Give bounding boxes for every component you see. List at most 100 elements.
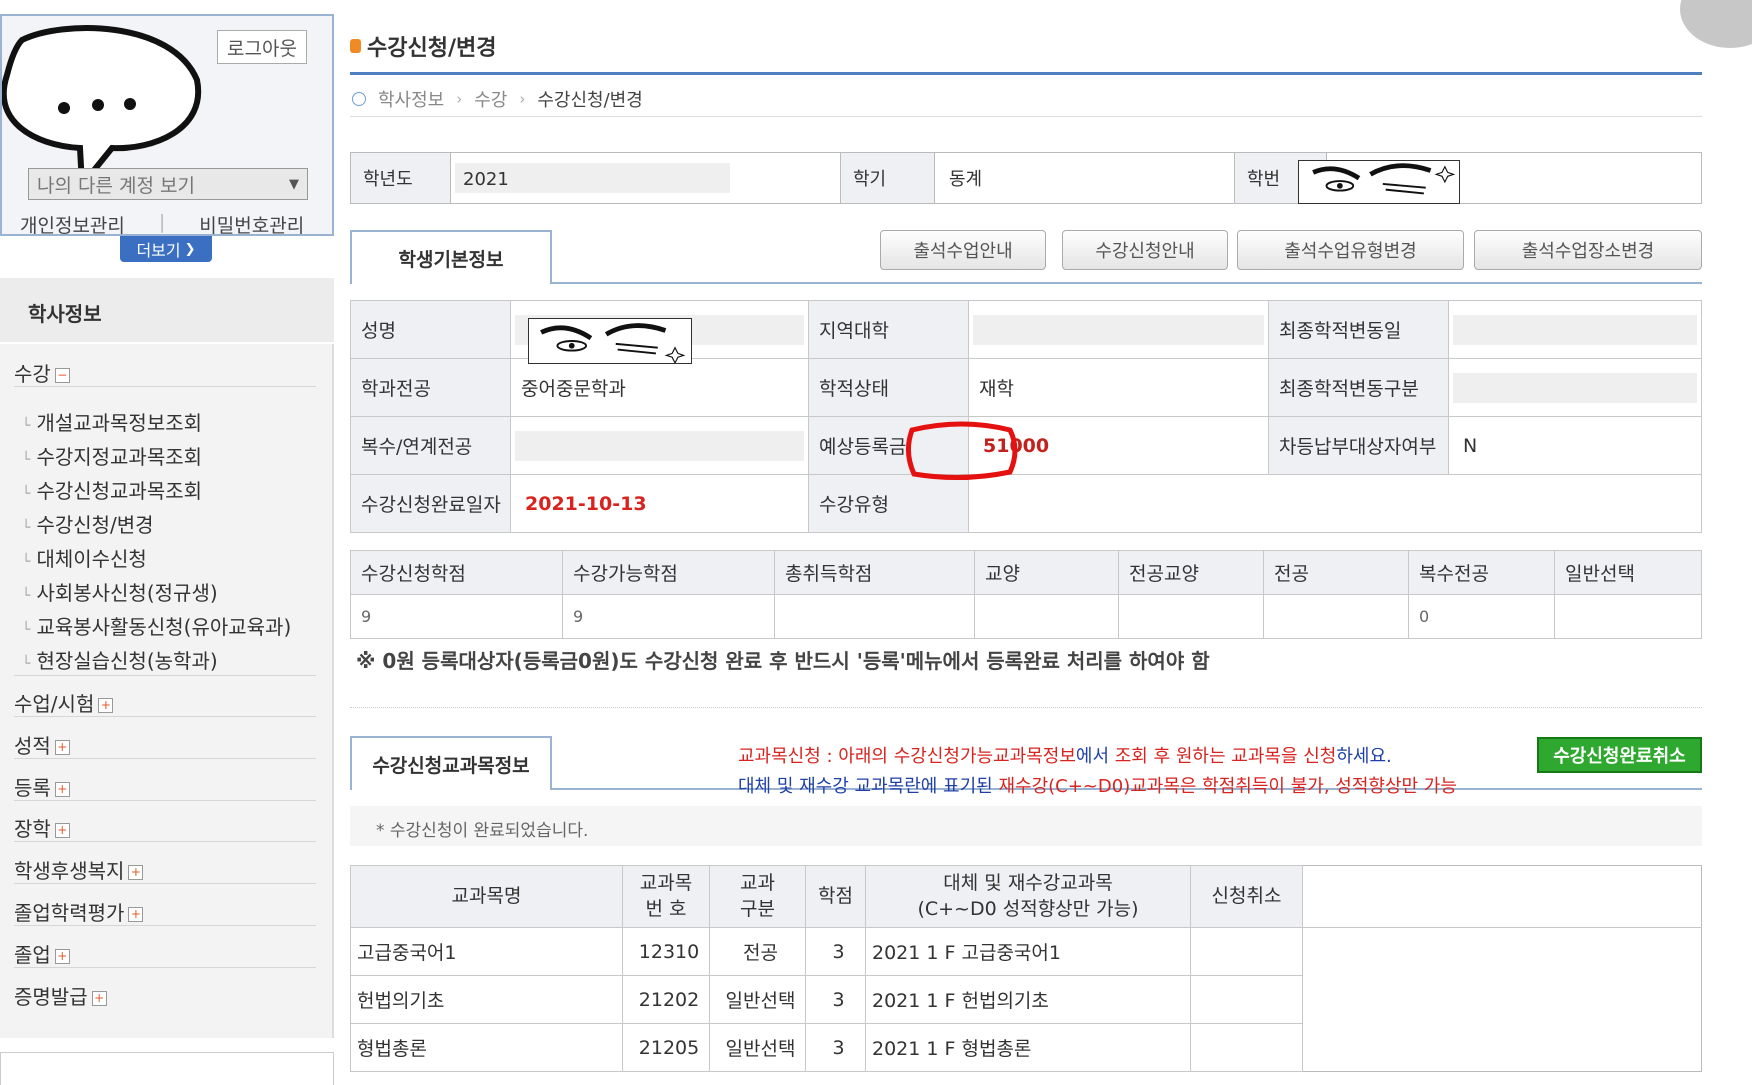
tree-branch-icon: └: [22, 588, 31, 604]
expand-icon[interactable]: +: [128, 907, 144, 922]
name-label: 성명: [350, 300, 511, 359]
sidebar-section-welfare[interactable]: 학생후생복지 +: [14, 855, 144, 884]
credits-header: 수강신청학점: [350, 550, 563, 595]
tab-underline: [552, 282, 1702, 284]
account-select[interactable]: 나의 다른 계정 보기 ▼: [28, 168, 308, 200]
sidebar-section-graduation-eval[interactable]: 졸업학력평가 +: [14, 897, 144, 926]
sidebar-item-label: 수강신청교과목조회: [36, 479, 203, 503]
sidebar-section-registration[interactable]: 등록 +: [14, 772, 70, 801]
last-change-date-label: 최종학적변동일: [1268, 300, 1449, 359]
attendance-place-change-button[interactable]: 출석수업장소변경: [1474, 230, 1702, 270]
cancel-completion-button[interactable]: 수강신청완료취소: [1537, 737, 1702, 773]
course-type-label: 수강유형: [808, 474, 969, 533]
sidebar-item-education-service[interactable]: └ 교육봉사활동신청(유아교육과): [22, 611, 291, 640]
course-empty: [1303, 1024, 1702, 1072]
more-button[interactable]: 더보기 ❯: [120, 236, 212, 262]
logout-button[interactable]: 로그아웃: [217, 30, 307, 64]
breadcrumb-item[interactable]: 학사정보: [378, 86, 444, 112]
course-header-type: 교과 구분: [709, 865, 806, 928]
table-row: 형법총론 21205 일반선택 3 2021 1 F 형법총론: [350, 1023, 1702, 1072]
personal-info-link[interactable]: 개인정보관리: [20, 211, 125, 238]
expand-icon[interactable]: +: [54, 740, 70, 755]
attendance-type-change-button[interactable]: 출석수업유형변경: [1237, 230, 1464, 270]
tab-student-info[interactable]: 학생기본정보: [350, 230, 552, 284]
expand-icon[interactable]: +: [128, 865, 144, 880]
section-label: 졸업: [14, 943, 51, 967]
credits-table: 수강신청학점 수강가능학점 총취득학점 교양 전공교양 전공 복수전공 일반선택…: [350, 550, 1702, 639]
credits-value: [974, 594, 1119, 639]
section-label: 등록: [14, 776, 51, 800]
account-select-label: 나의 다른 계정 보기: [37, 174, 195, 197]
sidebar-section-certificates[interactable]: 증명발급 +: [14, 981, 107, 1010]
credits-header: 전공교양: [1118, 550, 1264, 595]
divider: [14, 386, 316, 387]
chevron-down-icon: ▼: [289, 176, 299, 192]
completion-message: * 수강신청이 완료되었습니다.: [350, 806, 1702, 846]
red-circle-annotation: [906, 421, 1018, 481]
registration-guide-button[interactable]: 수강신청안내: [1062, 230, 1228, 270]
guide-text: 대체 및 재수강 교과목란에 표기된: [738, 776, 999, 797]
sidebar-item-label: 교육봉사활동신청(유아교육과): [36, 615, 292, 639]
collapse-icon[interactable]: −: [54, 368, 70, 383]
sidebar-item-open-courses[interactable]: └ 개설교과목정보조회: [22, 407, 202, 436]
status-label: 학적상태: [808, 358, 969, 417]
course-credit: 3: [805, 927, 866, 976]
sidebar-section-grades[interactable]: 성적 +: [14, 730, 70, 759]
double-major-label: 복수/연계전공: [350, 416, 511, 475]
credits-value: [774, 594, 975, 639]
last-change-date-field: [1453, 314, 1697, 345]
expand-icon[interactable]: +: [98, 698, 114, 713]
expand-icon[interactable]: +: [54, 782, 70, 797]
year-label: 학년도: [350, 152, 451, 204]
table-row: 고급중국어1 12310 전공 3 2021 1 F 고급중국어1: [350, 927, 1702, 976]
region-label: 지역대학: [808, 300, 969, 359]
breadcrumb-current: 수강신청/변경: [537, 90, 643, 111]
sidebar-section-class-exam[interactable]: 수업/시험 +: [14, 688, 114, 717]
sidebar-item-registered-courses[interactable]: └ 수강신청교과목조회: [22, 475, 202, 504]
guide-text: 재수강(C+~D0)교과목은 학점취득이 불가, 성적향상만 가능: [998, 776, 1457, 797]
credits-value: 9: [350, 594, 563, 639]
course-type: 일반선택: [709, 975, 806, 1024]
sidebar-banner: [0, 1052, 334, 1085]
course-cancel-cell: [1190, 1023, 1303, 1072]
more-button-label: 더보기: [136, 241, 181, 260]
section-label: 수강: [14, 362, 51, 386]
sidebar-item-designated-courses[interactable]: └ 수강지정교과목조회: [22, 441, 202, 470]
page-title-text: 수강신청/변경: [367, 36, 497, 61]
year-cell: 2021: [450, 152, 841, 204]
attendance-guide-button[interactable]: 출석수업안내: [880, 230, 1046, 270]
expand-icon[interactable]: +: [54, 823, 70, 838]
tree-branch-icon: └: [22, 554, 31, 570]
last-change-type-label: 최종학적변동구분: [1268, 358, 1449, 417]
course-type: 일반선택: [709, 1023, 806, 1072]
sidebar-item-field-practice[interactable]: └ 현장실습신청(농학과): [22, 645, 218, 674]
sidebar-item-substitute[interactable]: └ 대체이수신청: [22, 543, 147, 572]
credits-value: [1554, 594, 1702, 639]
complete-date-cell: 2021-10-13: [510, 474, 809, 533]
sidebar-section-graduation[interactable]: 졸업 +: [14, 939, 70, 968]
section-label: 학생후생복지: [14, 859, 125, 883]
sidebar-item-label: 현장실습신청(농학과): [36, 649, 218, 673]
sidebar-item-registration-change[interactable]: └ 수강신청/변경: [22, 509, 154, 538]
tab-course-info[interactable]: 수강신청교과목정보: [350, 736, 552, 790]
course-guide-line2: 대체 및 재수강 교과목란에 표기된 재수강(C+~D0)교과목은 학점취득이 …: [738, 772, 1457, 798]
expand-icon[interactable]: +: [91, 991, 107, 1006]
expand-icon[interactable]: +: [54, 949, 70, 964]
sidebar-title: 학사정보: [0, 278, 334, 344]
credits-value: 9: [562, 594, 775, 639]
semester-label: 학기: [840, 152, 935, 204]
sidebar-section-courses[interactable]: 수강 −: [14, 358, 70, 387]
home-icon: [352, 92, 366, 106]
breadcrumb-item[interactable]: 수강: [474, 86, 507, 112]
credits-header: 전공: [1263, 550, 1409, 595]
region-cell: [968, 300, 1269, 359]
header-line: 번 호: [645, 897, 687, 920]
diff-pay-label: 차등납부대상자여부: [1268, 416, 1449, 475]
tree-branch-icon: └: [22, 486, 31, 502]
divider: [14, 967, 316, 968]
course-guide-line1: 교과목신청 : 아래의 수강신청가능교과목정보에서 조회 후 원하는 교과목을 …: [738, 742, 1392, 768]
password-link[interactable]: 비밀번호관리: [199, 211, 304, 238]
sidebar-item-social-service[interactable]: └ 사회봉사신청(정규생): [22, 577, 218, 606]
sidebar-section-scholarship[interactable]: 장학 +: [14, 813, 70, 842]
course-name: 고급중국어1: [350, 927, 623, 976]
